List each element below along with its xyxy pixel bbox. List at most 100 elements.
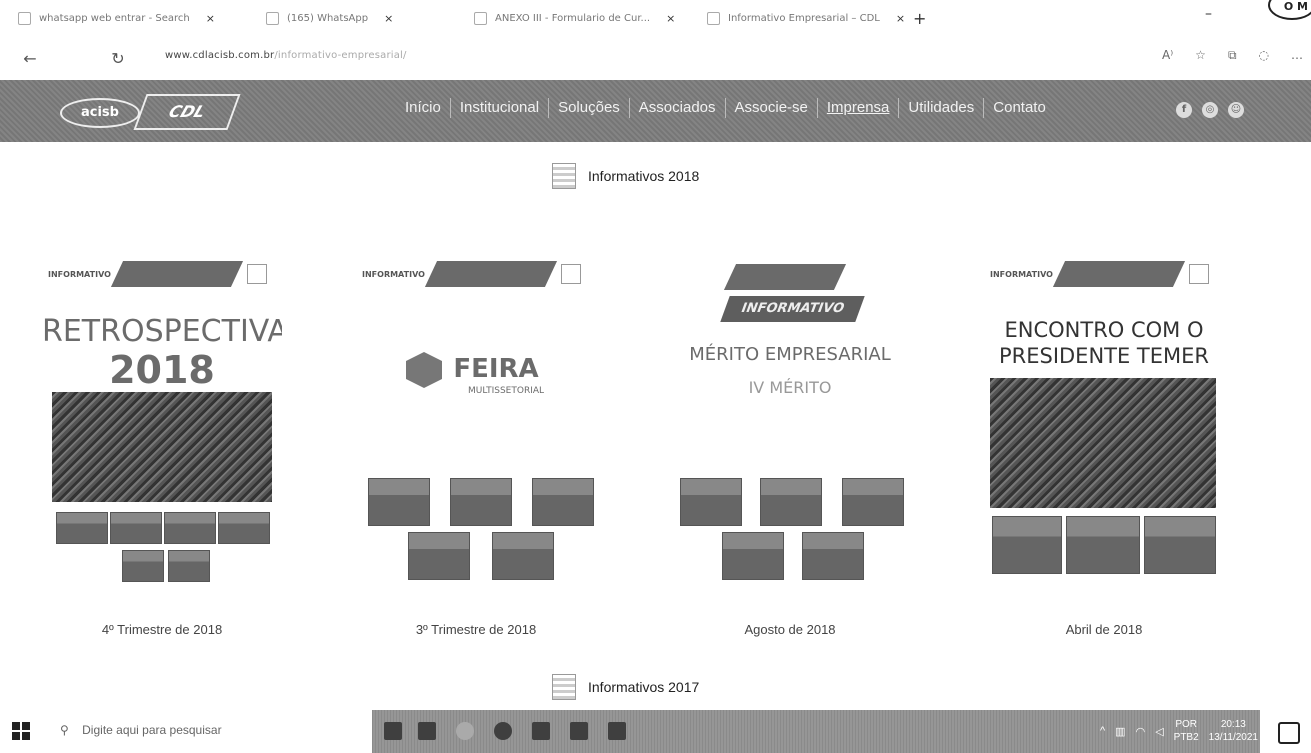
section-heading-2018: Informativos 2018 xyxy=(552,163,699,189)
outlook-icon[interactable] xyxy=(532,722,550,740)
instagram-icon[interactable]: ◎ xyxy=(1202,102,1218,118)
cover-image[interactable]: INFORMATIVO ENCONTRO COM O PRESIDENTE TE… xyxy=(984,256,1224,596)
clock[interactable]: 20:13 13/11/2021 xyxy=(1209,718,1258,744)
card-caption[interactable]: Agosto de 2018 xyxy=(670,622,910,637)
network-icon[interactable]: ▥ xyxy=(1115,725,1125,738)
cover-top-band: INFORMATIVO xyxy=(356,256,596,292)
close-tab-icon[interactable]: × xyxy=(384,12,393,25)
new-tab-button[interactable]: + xyxy=(913,9,926,28)
task-view-icon[interactable] xyxy=(384,722,402,740)
search-icon: ⚲ xyxy=(60,723,69,737)
thumbnail xyxy=(168,550,210,582)
edge-icon[interactable] xyxy=(456,722,474,740)
thumbnail xyxy=(122,550,164,582)
whatsapp-icon[interactable]: ☺ xyxy=(1228,102,1244,118)
chrome-icon[interactable] xyxy=(494,722,512,740)
whatsapp-favicon-icon xyxy=(266,11,279,25)
tab-whatsapp[interactable]: (165) WhatsApp × xyxy=(266,6,456,30)
address-bar-icons: A⁾ ☆ ⧉ ◌ … xyxy=(1162,48,1303,63)
tab-label: whatsapp web entrar - Search xyxy=(39,12,190,24)
cover-top-band: INFORMATIVO xyxy=(984,256,1224,292)
cover-logo-bar xyxy=(723,264,847,290)
informativo-card-abril[interactable]: INFORMATIVO ENCONTRO COM O PRESIDENTE TE… xyxy=(984,256,1224,637)
acisb-logo[interactable]: acisb xyxy=(60,98,140,128)
word-icon[interactable] xyxy=(608,722,626,740)
wifi-icon[interactable]: ◠ xyxy=(1136,725,1146,738)
site-header: acisb CDL Início Institucional Soluções … xyxy=(0,80,1311,142)
address-bar: ← ↻ www.cdlacisb.com.br/informativo-empr… xyxy=(0,36,1311,80)
cover-image[interactable]: INFORMATIVO MÉRITO EMPRESARIAL IV MÉRITO xyxy=(670,256,910,596)
thumbnail xyxy=(368,478,430,526)
thumbnail xyxy=(992,516,1062,574)
tab-label: ANEXO III - Formulario de Cur... xyxy=(495,12,651,24)
menu-item-utilidades[interactable]: Utilidades xyxy=(899,98,985,118)
informativo-card-4-trimestre[interactable]: INFORMATIVO RETROSPECTIVA 2018 4º Trimes… xyxy=(42,256,282,637)
tab-search[interactable]: whatsapp web entrar - Search × xyxy=(18,6,248,30)
language-code: POR xyxy=(1175,719,1197,730)
back-arrow-icon[interactable]: ← xyxy=(20,49,40,68)
card-caption[interactable]: 3º Trimestre de 2018 xyxy=(356,622,596,637)
close-tab-icon[interactable]: × xyxy=(896,12,905,25)
language-indicator[interactable]: POR PTB2 xyxy=(1174,718,1199,744)
tab-anexo[interactable]: ANEXO III - Formulario de Cur... × xyxy=(474,6,689,30)
card-caption[interactable]: Abril de 2018 xyxy=(984,622,1224,637)
menu-item-contato[interactable]: Contato xyxy=(984,98,1055,118)
thumbnail xyxy=(110,512,162,544)
informativo-card-agosto[interactable]: INFORMATIVO MÉRITO EMPRESARIAL IV MÉRITO… xyxy=(670,256,910,637)
thumbnail xyxy=(218,512,270,544)
cover-heading: ENCONTRO COM O xyxy=(1004,318,1204,342)
minimize-icon[interactable]: – xyxy=(1205,6,1212,22)
cover-heading: FEIRA xyxy=(453,354,539,384)
thumbnail xyxy=(532,478,594,526)
thumbnail xyxy=(842,478,904,526)
menu-item-imprensa[interactable]: Imprensa xyxy=(818,98,900,118)
favorites-icon[interactable]: ☆ xyxy=(1195,48,1206,63)
menu-item-solucoes[interactable]: Soluções xyxy=(549,98,630,118)
notification-center-icon[interactable] xyxy=(1278,722,1300,744)
card-caption[interactable]: 4º Trimestre de 2018 xyxy=(42,622,282,637)
cover-heading: MÉRITO EMPRESARIAL xyxy=(689,344,891,365)
thumbnail xyxy=(680,478,742,526)
cover-subheading: MULTISSETORIAL xyxy=(467,386,545,396)
menu-item-associe-se[interactable]: Associe-se xyxy=(726,98,818,118)
cover-heading: RETROSPECTIVA xyxy=(42,314,282,349)
thumbnail xyxy=(1066,516,1140,574)
chevron-up-icon[interactable]: ^ xyxy=(1100,725,1105,737)
windows-start-icon[interactable] xyxy=(12,722,30,740)
section-title: Informativos 2017 xyxy=(588,679,700,695)
volume-icon[interactable]: ◁ xyxy=(1155,725,1163,738)
url-field[interactable]: www.cdlacisb.com.br/informativo-empresar… xyxy=(165,50,407,61)
thumbnail xyxy=(1144,516,1216,574)
taskbar-search[interactable]: ⚲ Digite aqui para pesquisar xyxy=(60,723,222,737)
main-menu: Início Institucional Soluções Associados… xyxy=(396,98,1055,118)
tab-label: (165) WhatsApp xyxy=(287,12,369,24)
close-tab-icon[interactable]: × xyxy=(666,12,675,25)
browser-tab-strip: whatsapp web entrar - Search × (165) Wha… xyxy=(0,0,1311,36)
menu-item-associados[interactable]: Associados xyxy=(630,98,726,118)
informativo-card-3-trimestre[interactable]: INFORMATIVO FEIRA MULTISSETORIAL 3º Trim… xyxy=(356,256,596,637)
site-favicon-icon xyxy=(707,11,720,25)
close-tab-icon[interactable]: × xyxy=(206,12,215,25)
menu-item-institucional[interactable]: Institucional xyxy=(451,98,550,118)
cover-subheading: PRESIDENTE TEMER xyxy=(998,344,1210,368)
profile-icon[interactable]: ◌ xyxy=(1259,48,1269,63)
reload-icon[interactable]: ↻ xyxy=(108,49,128,68)
cdl-logo[interactable]: CDL xyxy=(133,94,241,130)
menu-item-inicio[interactable]: Início xyxy=(396,98,451,118)
more-menu-icon[interactable]: … xyxy=(1291,48,1303,63)
clock-date: 13/11/2021 xyxy=(1208,732,1258,743)
facebook-icon[interactable]: f xyxy=(1176,102,1192,118)
cover-image[interactable]: INFORMATIVO RETROSPECTIVA 2018 xyxy=(42,256,282,596)
file-explorer-icon[interactable] xyxy=(418,722,436,740)
collections-icon[interactable]: ⧉ xyxy=(1228,48,1237,63)
store-icon[interactable] xyxy=(570,722,588,740)
calendar-icon xyxy=(552,674,576,700)
tab-informativo[interactable]: Informativo Empresarial – CDL × xyxy=(707,6,907,30)
section-heading-2017: Informativos 2017 xyxy=(552,674,699,700)
url-path: /informativo-empresarial/ xyxy=(274,50,407,61)
cover-image[interactable]: INFORMATIVO FEIRA MULTISSETORIAL xyxy=(356,256,596,596)
thumbnail xyxy=(164,512,216,544)
document-favicon-icon xyxy=(474,11,487,25)
read-aloud-icon[interactable]: A⁾ xyxy=(1162,48,1173,63)
thumbnail xyxy=(760,478,822,526)
